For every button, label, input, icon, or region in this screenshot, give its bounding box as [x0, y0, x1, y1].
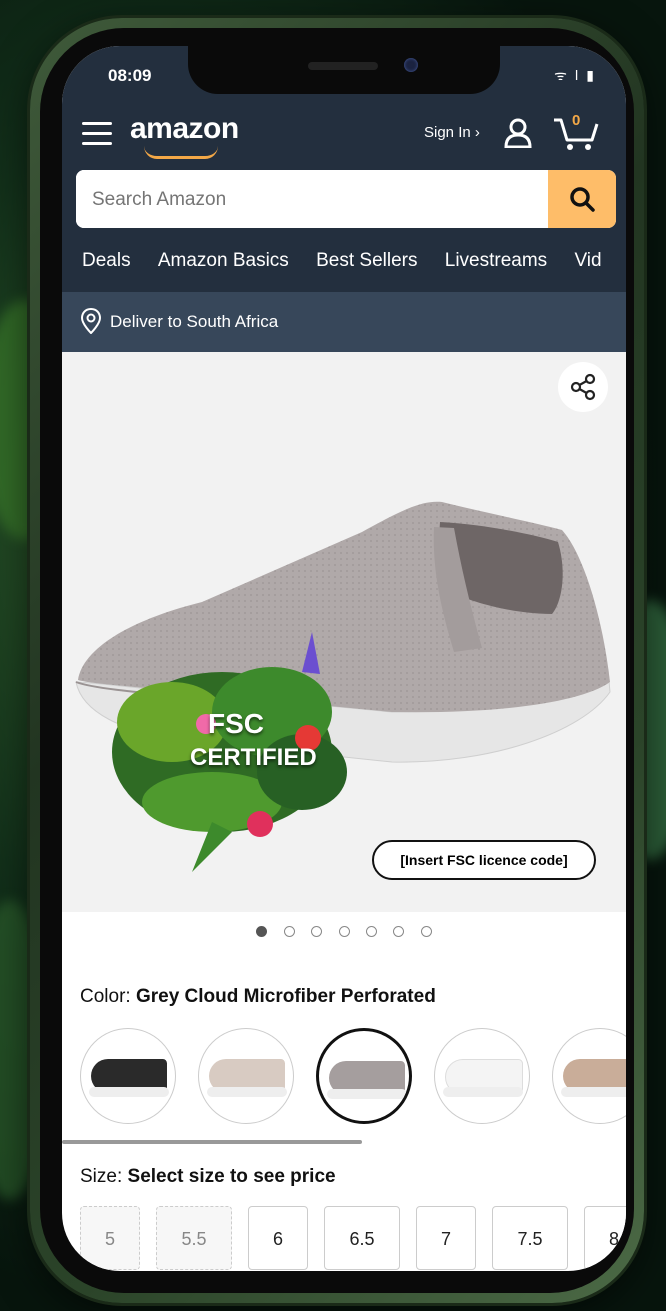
pagination-dot[interactable]	[365, 926, 377, 937]
status-icons: ᯤ ǀ ▮	[554, 67, 596, 83]
category-nav: Deals Amazon Basics Best Sellers Livestr…	[62, 236, 626, 292]
pagination-dot[interactable]	[420, 926, 432, 937]
nav-item-amazon-basics[interactable]: Amazon Basics	[158, 250, 289, 272]
color-label-prefix: Color:	[80, 986, 136, 1007]
size-option[interactable]: 8	[584, 1206, 626, 1270]
size-option[interactable]: 6.5	[324, 1206, 400, 1270]
pagination-dot[interactable]	[311, 926, 323, 937]
user-icon[interactable]	[504, 118, 532, 148]
pagination-dot[interactable]	[256, 926, 268, 937]
pagination-dot[interactable]	[393, 926, 405, 937]
size-options: 5 5.5 6 6.5 7 7.5 8	[80, 1206, 626, 1271]
app-header: amazon Sign In › 0	[62, 104, 626, 164]
fsc-certified-label: CERTIFIED	[190, 744, 317, 771]
status-time: 08:09	[108, 66, 152, 85]
size-option[interactable]: 5	[80, 1206, 140, 1270]
size-option[interactable]: 7.5	[492, 1206, 568, 1270]
color-swatch-beige[interactable]	[198, 1028, 294, 1124]
fsc-label: FSC	[208, 708, 264, 739]
color-swatch-white[interactable]	[434, 1028, 530, 1124]
nav-item-deals[interactable]: Deals	[82, 250, 131, 272]
search-input[interactable]	[76, 170, 554, 228]
size-label: Size: Select size to see price	[80, 1166, 336, 1188]
cart-count: 0	[572, 112, 581, 129]
location-pin-icon	[80, 308, 102, 334]
amazon-logo[interactable]: amazon	[130, 112, 239, 146]
notch	[188, 46, 500, 94]
deliver-text: Deliver to South Africa	[110, 312, 279, 331]
product-image-gallery[interactable]: FSC CERTIFIED [Insert FSC licence code]	[62, 352, 626, 912]
sign-in-link[interactable]: Sign In ›	[424, 124, 480, 141]
pagination-dot[interactable]	[283, 926, 295, 937]
size-option[interactable]: 7	[416, 1206, 476, 1270]
size-option[interactable]: 5.5	[156, 1206, 232, 1270]
search-icon	[570, 187, 595, 212]
color-swatch-black[interactable]	[80, 1028, 176, 1124]
size-label-prefix: Size:	[80, 1166, 128, 1187]
size-hint: Select size to see price	[127, 1166, 336, 1187]
front-camera	[404, 58, 418, 72]
hamburger-menu-icon[interactable]	[82, 122, 112, 146]
nav-item-livestreams[interactable]: Livestreams	[445, 250, 547, 272]
search-bar-area	[62, 164, 626, 236]
speaker	[308, 62, 378, 70]
phone-screen: 08:09 ᯤ ǀ ▮ amazon Sign In › 0 Search Am…	[62, 46, 626, 1271]
fsc-licence-code: [Insert FSC licence code]	[372, 840, 596, 880]
search-box	[76, 170, 616, 228]
image-pagination-dots[interactable]	[62, 912, 626, 952]
selected-color-name: Grey Cloud Microfiber Perforated	[135, 986, 436, 1007]
color-label: Color: Grey Cloud Microfiber Perforated	[80, 986, 436, 1008]
product-image-shoe	[75, 501, 611, 872]
swatch-scrollbar[interactable]	[62, 1140, 362, 1144]
size-option[interactable]: 6	[248, 1206, 308, 1270]
nav-item-best-sellers[interactable]: Best Sellers	[316, 250, 417, 272]
color-swatch-grey[interactable]	[316, 1028, 412, 1124]
color-swatch-tan[interactable]	[552, 1028, 626, 1124]
color-swatches	[80, 1028, 626, 1128]
deliver-bar[interactable]: Deliver to South Africa	[62, 292, 626, 352]
logo-smile	[144, 146, 218, 159]
search-button[interactable]	[548, 170, 616, 228]
nav-item-video[interactable]: Vid	[574, 250, 601, 272]
pagination-dot[interactable]	[338, 926, 350, 937]
